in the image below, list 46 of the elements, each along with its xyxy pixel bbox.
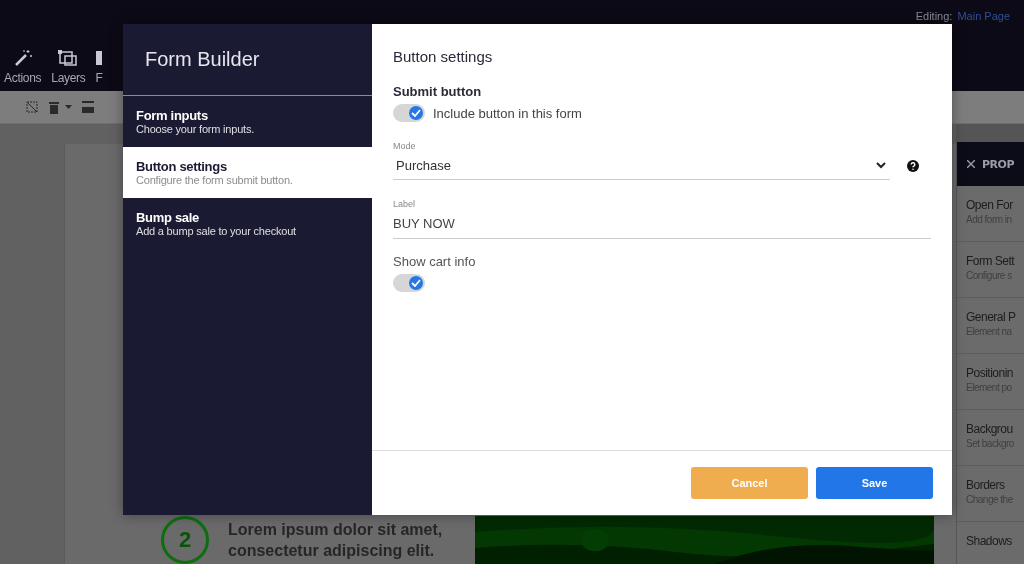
dialog-title: Form Builder [123,24,372,96]
caret-icon[interactable] [65,105,72,109]
nav-subtitle: Choose your form inputs. [136,123,256,135]
chevron-icon [876,161,886,169]
panel-title: PROP [982,157,1014,171]
toggle-switch[interactable] [393,104,425,122]
item-title: Borders [966,478,1006,492]
nav-subtitle: Add a bump sale to your checkout [136,225,297,237]
tool-button[interactable]: Actions [4,49,42,85]
layers-icon [57,49,80,67]
item-title: Shadows [966,534,1013,548]
help-icon[interactable] [907,159,919,172]
property-item[interactable]: Shadows [957,522,1024,564]
mode-select[interactable]: Purchase [393,151,890,180]
check-icon [411,279,421,287]
page-link[interactable]: Main Page [957,10,1010,22]
check-icon [411,109,421,117]
toggle-switch[interactable] [393,274,425,292]
tool-button[interactable]: Layers [51,49,86,85]
nav-title: Form inputs [136,108,209,123]
row-icon[interactable] [82,101,94,113]
save-button[interactable]: Save [816,467,933,499]
section-heading: Button settings [393,48,494,67]
nav-subtitle: Configure the form submit button. [136,174,294,186]
item-title: General P [966,310,1017,324]
tool-button[interactable]: F [95,49,103,85]
trash-icon[interactable] [48,100,60,114]
nav-item[interactable]: Button settings Configure the form submit button. [123,147,372,198]
editing-label: Editing: [915,10,953,22]
nav-item[interactable]: Bump sale Add a bump sale to your checkout [123,198,372,249]
field-label: Mode [393,141,417,151]
item-title: Backgrou [966,422,1014,436]
step-text: Lorem ipsum dolor sit amet, consectetur adipiscing elit. [228,520,444,561]
tool-icon [96,49,102,67]
toggle-label: Include button in this form [433,105,582,121]
nav-title: Button settings [136,159,228,174]
field-label: Label [393,199,417,209]
close-icon[interactable] [967,160,975,168]
item-title: Open For [966,198,1014,212]
toggle-label: Show cart info [393,254,477,269]
group-label: Submit button [393,84,483,99]
item-title: Form Sett [966,254,1016,268]
nav-item[interactable]: Form inputs Choose your form inputs. [123,96,372,147]
nav-title: Bump sale [136,210,201,225]
no-border-icon[interactable] [26,101,38,113]
item-title: Positionin [966,366,1015,380]
